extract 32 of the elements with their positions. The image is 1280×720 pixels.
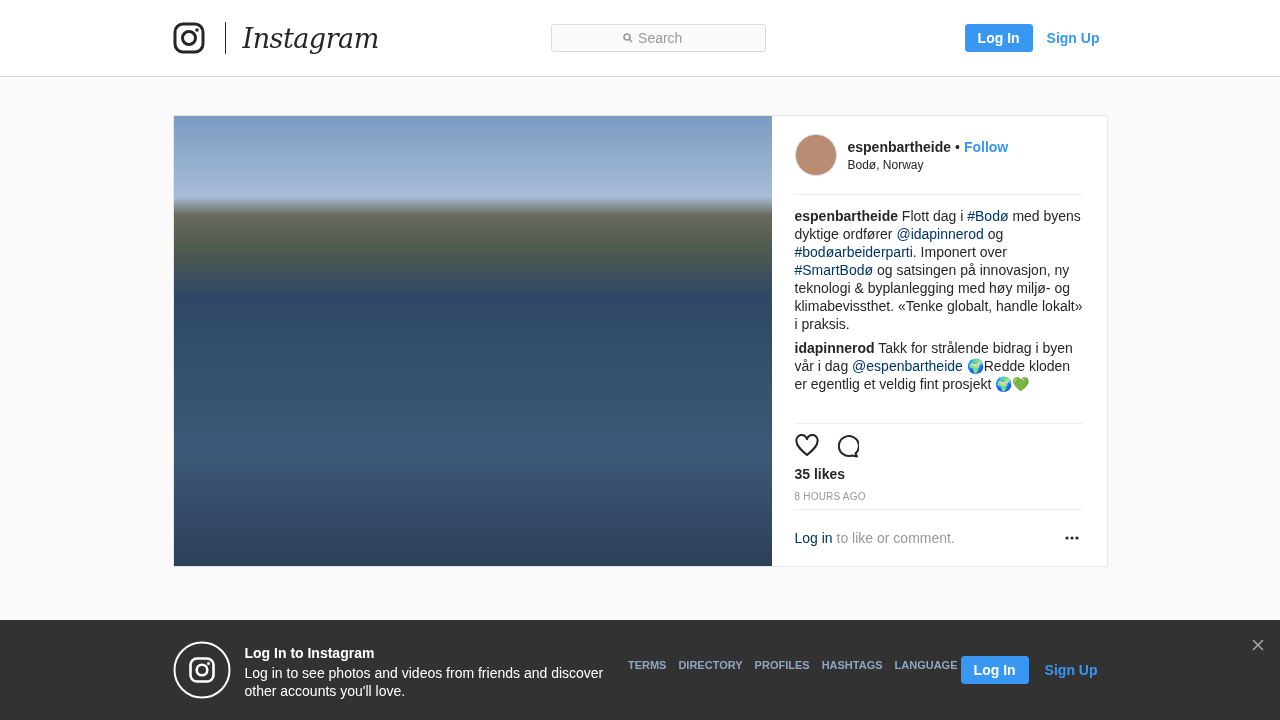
separator-dot: • <box>955 138 960 155</box>
sign-up-link[interactable]: Sign Up <box>1036 656 1106 684</box>
footer-link[interactable]: LANGUAGE <box>894 659 958 671</box>
banner-title: Log In to Instagram <box>244 644 376 661</box>
more-options-icon[interactable] <box>1064 536 1079 540</box>
username-link[interactable]: espenbartheide <box>847 138 951 155</box>
hashtag-link[interactable]: #Bodø <box>967 208 1009 224</box>
footer-link[interactable]: HASHTAGS <box>821 659 883 671</box>
footer-link[interactable]: PROFILES <box>754 659 810 671</box>
log-in-link[interactable]: Log in <box>794 530 833 546</box>
search-field[interactable]: Search <box>551 24 767 52</box>
footer-link[interactable]: TERMS <box>627 659 667 671</box>
instagram-wordmark[interactable]: Instagram <box>242 22 379 54</box>
location-link[interactable]: Bodø, Norway <box>847 157 1009 172</box>
comment-text: espenbartheide Flott dag i #Bodø med byens dyktige ordfører @idapinnerod og #bodøarbeiderparti. Imponert over #SmartBodø og satsingen på innovasjon, ny teknologi & byplanlegging med høy miljø- og klimabevissthet. «Tenke globalt, handle lokalt» i praksis. <box>794 207 1083 333</box>
banner-description: Log in to see photos and videos from friends and discover other accounts you'll love. <box>244 663 605 700</box>
hashtag-link[interactable]: #SmartBodø <box>794 262 874 278</box>
mention-link[interactable]: @idapinnerod <box>896 226 984 242</box>
username-link[interactable]: idapinnerod <box>794 340 875 356</box>
comment-text: idapinnerod Takk for strålende bidrag i byen vår i dag @espenbartheide 🌍Redde kloden er egentlig et veldig fint prosjekt 🌍💚 <box>794 339 1074 393</box>
avatar[interactable] <box>794 134 837 176</box>
camera-logo-icon <box>172 641 231 699</box>
mention-link[interactable]: @espenbartheide <box>852 358 963 374</box>
username-link[interactable]: espenbartheide <box>794 208 898 224</box>
close-icon[interactable] <box>1252 639 1264 651</box>
camera-logo-icon[interactable] <box>172 22 205 54</box>
login-prompt-text: Log in to like or comment. <box>794 530 955 546</box>
likes-count[interactable]: 35 likes <box>794 466 1083 482</box>
post-time: 8 HOURS AGO <box>794 491 867 504</box>
heart-icon[interactable] <box>794 434 819 458</box>
footer-link[interactable]: DIRECTORY <box>678 659 743 671</box>
hashtag-link[interactable]: #bodøarbeiderparti <box>794 244 913 260</box>
